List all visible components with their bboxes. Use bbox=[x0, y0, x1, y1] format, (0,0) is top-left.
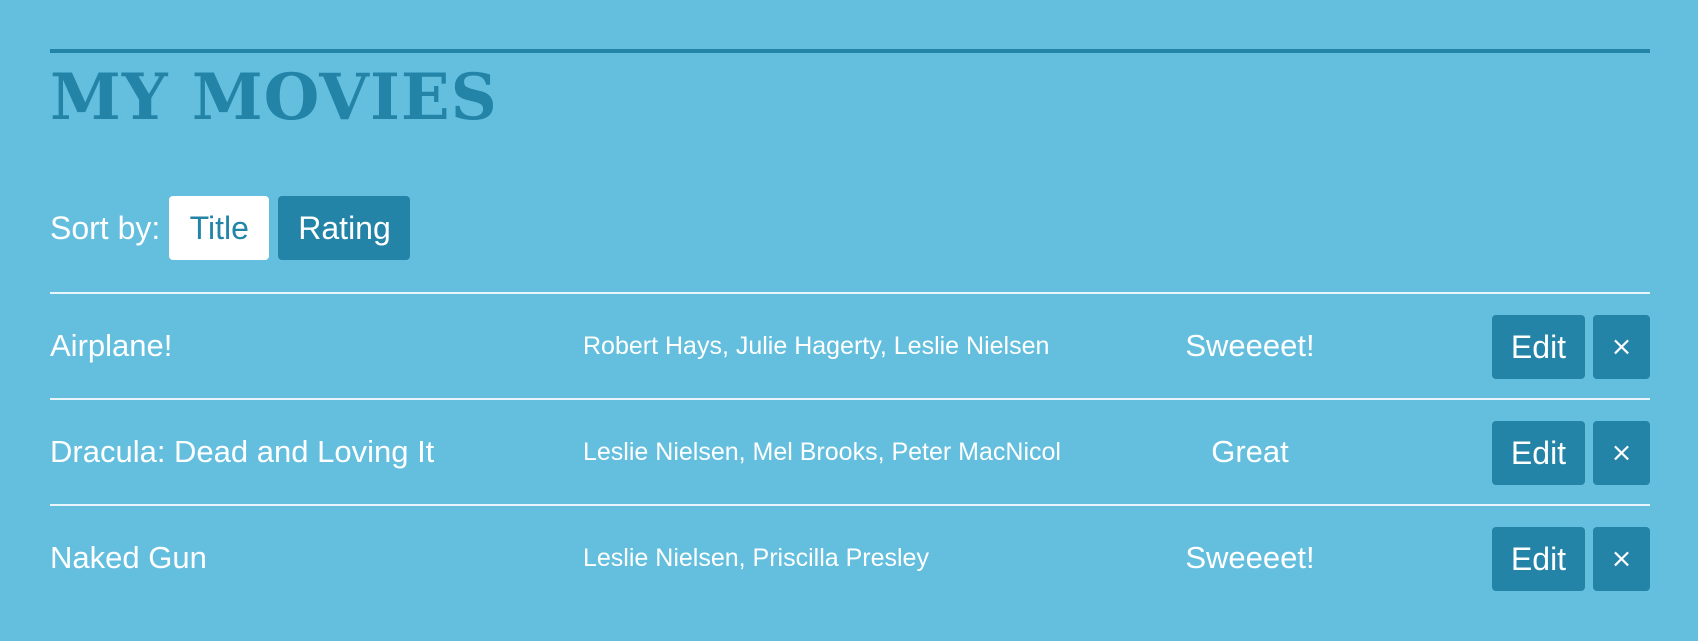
movie-title: Naked Gun bbox=[50, 540, 207, 575]
movie-cast: Leslie Nielsen, Mel Brooks, Peter MacNic… bbox=[583, 438, 1061, 466]
movie-rating: Great bbox=[1211, 434, 1289, 469]
delete-button[interactable]: × bbox=[1593, 527, 1650, 591]
movie-title: Dracula: Dead and Loving It bbox=[50, 434, 435, 469]
delete-button[interactable]: × bbox=[1593, 315, 1650, 379]
movie-title: Airplane! bbox=[50, 328, 173, 363]
edit-button[interactable]: Edit bbox=[1492, 421, 1585, 485]
movie-row: Naked Gun Leslie Nielsen, Priscilla Pres… bbox=[50, 504, 1650, 610]
sort-by-title-button[interactable]: Title bbox=[169, 196, 270, 260]
movie-cast: Leslie Nielsen, Priscilla Presley bbox=[583, 544, 929, 572]
sort-by-rating-button[interactable]: Rating bbox=[278, 196, 411, 260]
close-icon: × bbox=[1610, 544, 1633, 574]
edit-button[interactable]: Edit bbox=[1492, 315, 1585, 379]
header-divider bbox=[50, 49, 1650, 53]
movie-rating: Sweeeet! bbox=[1185, 540, 1315, 575]
movie-cast: Robert Hays, Julie Hagerty, Leslie Niels… bbox=[583, 332, 1050, 360]
sort-bar: Sort by: Title Rating bbox=[50, 196, 419, 260]
close-icon: × bbox=[1610, 438, 1633, 468]
delete-button[interactable]: × bbox=[1593, 421, 1650, 485]
close-icon: × bbox=[1610, 332, 1633, 362]
movie-row: Airplane! Robert Hays, Julie Hagerty, Le… bbox=[50, 292, 1650, 398]
movie-row: Dracula: Dead and Loving It Leslie Niels… bbox=[50, 398, 1650, 504]
page-title: MY MOVIES bbox=[50, 60, 498, 135]
movie-list: Airplane! Robert Hays, Julie Hagerty, Le… bbox=[50, 292, 1650, 610]
sort-label: Sort by: bbox=[50, 209, 161, 246]
movie-rating: Sweeeet! bbox=[1185, 328, 1315, 363]
edit-button[interactable]: Edit bbox=[1492, 527, 1585, 591]
